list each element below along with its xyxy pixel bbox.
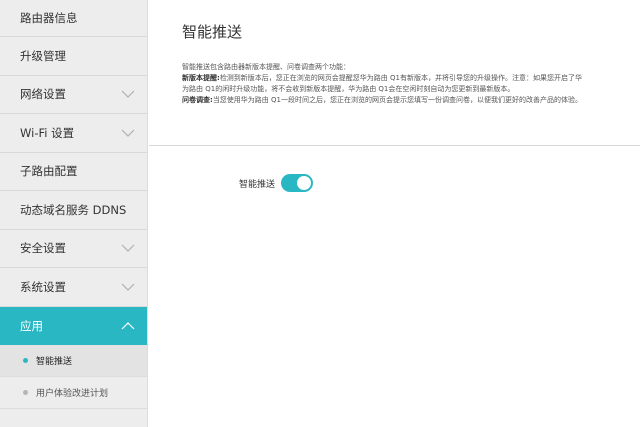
divider — [149, 145, 640, 146]
sidebar-item-label: 应用 — [20, 318, 43, 333]
toggle-label: 智能推送 — [239, 179, 276, 190]
sidebar-subitem-smart-push[interactable]: 智能推送 — [0, 345, 147, 377]
sidebar-item-label: 系统设置 — [20, 279, 66, 294]
description-survey: 问卷调查:当您使用华为路由 Q1一段时间之后，您正在浏览的网页会提示您填写一份调… — [182, 95, 587, 106]
page-title: 智能推送 — [182, 23, 243, 41]
toggle-knob — [297, 176, 312, 190]
sidebar-item-security[interactable]: 安全设置 — [0, 230, 147, 268]
sidebar: 路由器信息 升级管理 网络设置 Wi-Fi 设置 子路由配置 动态域名服务 DD… — [0, 0, 148, 427]
bullet-dot-icon — [23, 358, 28, 363]
sidebar-item-wifi[interactable]: Wi-Fi 设置 — [0, 114, 147, 153]
chevron-up-icon — [121, 321, 135, 330]
description-intro: 智能推送包含路由器新版本提醒、问卷调查两个功能： — [182, 63, 350, 71]
new-version-heading: 新版本提醒: — [182, 74, 220, 82]
chevron-down-icon — [121, 244, 135, 253]
sidebar-subitem-ux-program[interactable]: 用户体验改进计划 — [0, 377, 147, 409]
smart-push-row: 智能推送 — [239, 174, 314, 192]
new-version-text: 检测到新版本后，您正在浏览的网页会提醒您华为路由 Q1有新版本，并将引导您的升级… — [182, 74, 582, 93]
survey-text: 当您使用华为路由 Q1一段时间之后，您正在浏览的网页会提示您填写一份调查问卷，以… — [212, 96, 582, 104]
sidebar-subitem-label: 用户体验改进计划 — [36, 389, 109, 399]
bullet-dot-icon — [23, 390, 28, 395]
sidebar-subitem-label: 智能推送 — [36, 357, 73, 367]
sidebar-item-label: 网络设置 — [20, 87, 66, 102]
sidebar-item-sub-router[interactable]: 子路由配置 — [0, 153, 147, 191]
sidebar-item-label: 升级管理 — [20, 48, 66, 63]
sidebar-item-router-info[interactable]: 路由器信息 — [0, 0, 147, 37]
sidebar-item-label: 子路由配置 — [20, 164, 78, 179]
sidebar-item-system[interactable]: 系统设置 — [0, 268, 147, 307]
chevron-down-icon — [121, 90, 135, 99]
survey-heading: 问卷调查: — [182, 96, 213, 104]
sidebar-item-upgrade[interactable]: 升级管理 — [0, 37, 147, 76]
chevron-down-icon — [121, 129, 135, 137]
sidebar-item-network[interactable]: 网络设置 — [0, 76, 147, 114]
sidebar-item-label: 安全设置 — [20, 241, 66, 256]
main-panel: 智能推送 智能推送包含路由器新版本提醒、问卷调查两个功能： 新版本提醒:检测到新… — [149, 0, 640, 427]
smart-push-toggle[interactable] — [281, 174, 314, 192]
description: 智能推送包含路由器新版本提醒、问卷调查两个功能： 新版本提醒:检测到新版本后，您… — [182, 62, 587, 106]
sidebar-item-label: Wi-Fi 设置 — [20, 125, 75, 140]
sidebar-item-apps[interactable]: 应用 — [0, 306, 147, 345]
chevron-down-icon — [121, 283, 135, 291]
sidebar-item-label: 路由器信息 — [20, 11, 78, 25]
description-new-version: 新版本提醒:检测到新版本后，您正在浏览的网页会提醒您华为路由 Q1有新版本，并将… — [182, 73, 587, 95]
sidebar-item-ddns[interactable]: 动态域名服务 DDNS — [0, 191, 147, 230]
sidebar-item-label: 动态域名服务 DDNS — [20, 202, 127, 217]
